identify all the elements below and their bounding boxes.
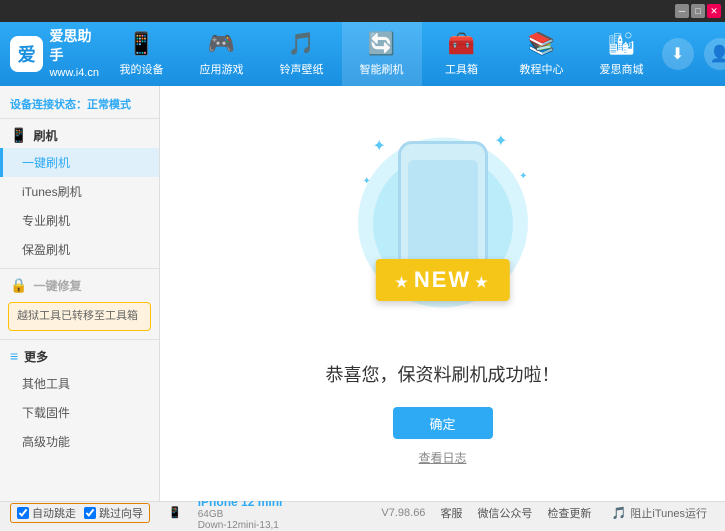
sparkle-3: ✦ bbox=[519, 171, 527, 182]
logo-text: 爱思助手 www.i4.cn bbox=[49, 27, 101, 82]
flash-section-icon: 📱 bbox=[10, 127, 27, 144]
divider-2 bbox=[0, 339, 159, 340]
sidebar-other-tools[interactable]: 其他工具 bbox=[0, 369, 159, 398]
nav-flash-label: 智能刷机 bbox=[360, 61, 404, 77]
content-area: ✦ ✦ ✦ ✦ NEW 恭喜您，保资料刷机成功啦！ 确定 查看日志 bbox=[160, 86, 725, 501]
section-more-title: 更多 bbox=[24, 348, 48, 365]
nav-my-device-label: 我的设备 bbox=[120, 61, 164, 77]
status-label: 设备连接状态： bbox=[10, 99, 87, 111]
tutorials-icon: 📚 bbox=[528, 31, 555, 57]
logo-area: 爱 爱思助手 www.i4.cn bbox=[10, 27, 102, 82]
sidebar: 设备连接状态：正常模式 📱 刷机 一键刷机 iTunes刷机 专业刷机 保盈刷机… bbox=[0, 86, 160, 501]
brand-name: 爱思助手 bbox=[49, 27, 101, 66]
nav-toolbox[interactable]: 🧰 工具箱 bbox=[422, 22, 502, 86]
nav-right: ⬇ 👤 bbox=[662, 38, 725, 70]
goto-log-link[interactable]: 查看日志 bbox=[418, 449, 466, 466]
nav-ringtones-label: 铃声壁纸 bbox=[280, 61, 324, 77]
auto-jump-label: 自动跳走 bbox=[32, 505, 76, 521]
success-illustration: ✦ ✦ ✦ ✦ NEW bbox=[343, 121, 543, 341]
section-flash: 📱 刷机 bbox=[0, 123, 159, 148]
sparkle-1: ✦ bbox=[373, 136, 386, 156]
phone-screen bbox=[408, 160, 478, 270]
header: 爱 爱思助手 www.i4.cn 📱 我的设备 🎮 应用游戏 🎵 铃声壁纸 🔄 … bbox=[0, 22, 725, 86]
nav-ringtones[interactable]: 🎵 铃声壁纸 bbox=[262, 22, 342, 86]
section-flash-title: 刷机 bbox=[33, 127, 57, 144]
nav-tutorials-label: 教程中心 bbox=[520, 61, 564, 77]
minimize-button[interactable]: ─ bbox=[675, 4, 689, 18]
main-area: 设备连接状态：正常模式 📱 刷机 一键刷机 iTunes刷机 专业刷机 保盈刷机… bbox=[0, 86, 725, 501]
nav-tutorials[interactable]: 📚 教程中心 bbox=[502, 22, 582, 86]
download-button[interactable]: ⬇ bbox=[662, 38, 694, 70]
title-bar: ─ □ ✕ bbox=[0, 0, 725, 22]
nav-my-device[interactable]: 📱 我的设备 bbox=[102, 22, 182, 86]
maximize-button[interactable]: □ bbox=[691, 4, 705, 18]
sparkle-4: ✦ bbox=[363, 176, 371, 187]
nav-wishcity[interactable]: 🏙 爱思商城 bbox=[582, 22, 662, 86]
section-rescue-title: 一键修复 bbox=[33, 277, 81, 294]
check-update-link[interactable]: 检查更新 bbox=[547, 505, 591, 521]
nav-toolbox-label: 工具箱 bbox=[445, 61, 478, 77]
rescue-section-icon: 🔒 bbox=[10, 277, 27, 294]
sidebar-download-firmware[interactable]: 下载固件 bbox=[0, 398, 159, 427]
ringtones-icon: 🎵 bbox=[288, 31, 315, 57]
itunes-icon: 🎵 bbox=[611, 506, 626, 520]
device-firmware: Down-12mini-13,1 bbox=[198, 520, 283, 531]
customer-service-link[interactable]: 客服 bbox=[440, 505, 462, 521]
divider-1 bbox=[0, 268, 159, 269]
sidebar-advanced[interactable]: 高级功能 bbox=[0, 427, 159, 456]
jailbreak-notice: 越狱工具已转移至工具箱 bbox=[8, 302, 151, 331]
flash-icon: 🔄 bbox=[368, 31, 395, 57]
sidebar-itunes-flash[interactable]: iTunes刷机 bbox=[0, 177, 159, 206]
logo-icon: 爱 bbox=[10, 36, 43, 72]
wechat-link[interactable]: 微信公众号 bbox=[477, 505, 532, 521]
success-message: 恭喜您，保资料刷机成功啦！ bbox=[326, 361, 560, 387]
skip-guide-checkbox[interactable]: 跳过向导 bbox=[84, 505, 143, 521]
nav-apps-label: 应用游戏 bbox=[200, 61, 244, 77]
nav-bar: 📱 我的设备 🎮 应用游戏 🎵 铃声壁纸 🔄 智能刷机 🧰 工具箱 📚 教程中心… bbox=[102, 22, 662, 86]
nav-smart-flash[interactable]: 🔄 智能刷机 bbox=[342, 22, 422, 86]
sparkle-2: ✦ bbox=[494, 131, 507, 151]
auto-jump-input[interactable] bbox=[17, 507, 29, 519]
nav-wishcity-label: 爱思商城 bbox=[600, 61, 644, 77]
apps-icon: 🎮 bbox=[208, 31, 235, 57]
itunes-label: 阻止iTunes运行 bbox=[630, 505, 707, 521]
version-label: V7.98.66 bbox=[381, 507, 425, 519]
connection-status: 设备连接状态：正常模式 bbox=[0, 90, 159, 119]
sidebar-save-flash[interactable]: 保盈刷机 bbox=[0, 235, 159, 264]
skip-guide-input[interactable] bbox=[84, 507, 96, 519]
more-section-icon: ≡ bbox=[10, 348, 18, 364]
confirm-button[interactable]: 确定 bbox=[393, 407, 493, 439]
toolbox-icon: 🧰 bbox=[448, 31, 475, 57]
device-phone-icon: 📱 bbox=[168, 506, 182, 519]
status-value: 正常模式 bbox=[87, 99, 131, 111]
device-icon: 📱 bbox=[128, 31, 155, 57]
brand-url: www.i4.cn bbox=[49, 66, 101, 81]
skip-guide-label: 跳过向导 bbox=[99, 505, 143, 521]
sidebar-pro-flash[interactable]: 专业刷机 bbox=[0, 206, 159, 235]
bottom-bar: 自动跳走 跳过向导 📱 iPhone 12 mini 64GB Down-12m… bbox=[0, 501, 725, 523]
section-more: ≡ 更多 bbox=[0, 344, 159, 369]
bottom-right: V7.98.66 客服 微信公众号 检查更新 bbox=[381, 505, 591, 521]
nav-apps-games[interactable]: 🎮 应用游戏 bbox=[182, 22, 262, 86]
auto-jump-checkbox[interactable]: 自动跳走 bbox=[17, 505, 76, 521]
section-rescue: 🔒 一键修复 bbox=[0, 273, 159, 298]
new-ribbon: NEW bbox=[375, 259, 509, 301]
device-storage: 64GB bbox=[198, 509, 283, 520]
sidebar-one-key-flash[interactable]: 一键刷机 bbox=[0, 148, 159, 177]
itunes-status: 🎵 阻止iTunes运行 bbox=[611, 505, 707, 521]
wishcity-icon: 🏙 bbox=[608, 31, 636, 57]
close-button[interactable]: ✕ bbox=[707, 4, 721, 18]
account-button[interactable]: 👤 bbox=[704, 38, 725, 70]
